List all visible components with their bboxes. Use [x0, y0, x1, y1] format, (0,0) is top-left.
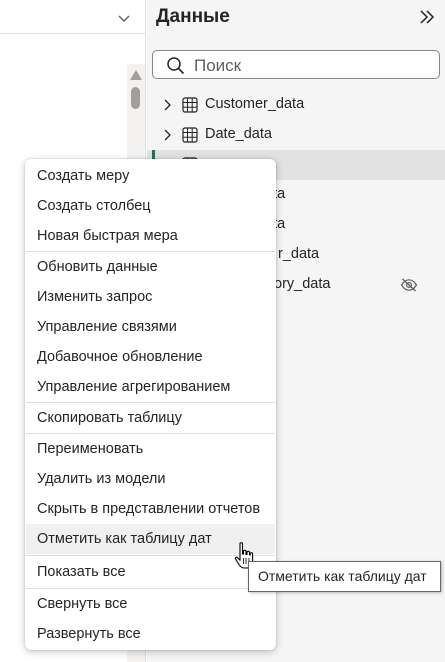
table-label: r_data: [278, 246, 320, 262]
table-icon: [182, 127, 198, 143]
table-label: Customer_data: [205, 96, 305, 112]
search-placeholder: Поиск: [194, 56, 242, 75]
menu-item-incremental-refresh[interactable]: Добавочное обновление: [26, 342, 275, 372]
tooltip: Отметить как таблицу дат: [248, 561, 441, 592]
scroll-up-icon[interactable]: [129, 69, 143, 81]
menu-item-new-quick-measure[interactable]: Новая быстрая мера: [26, 221, 275, 251]
menu-item-delete-from-model[interactable]: Удалить из модели: [26, 464, 275, 494]
table-label: Date_data: [205, 126, 272, 142]
hidden-eye-icon: [400, 278, 418, 292]
menu-item-hide-in-report-view[interactable]: Скрыть в представлении отчетов: [26, 494, 275, 524]
left-pane-header: [0, 0, 145, 34]
scrollbar-thumb[interactable]: [131, 87, 140, 109]
menu-item-rename[interactable]: Переименовать: [26, 434, 275, 464]
menu-item-manage-relationships[interactable]: Управление связями: [26, 312, 275, 342]
table-item-customer-data[interactable]: Customer_data: [147, 90, 445, 120]
context-menu: Создать меру Создать столбец Новая быстр…: [25, 159, 276, 650]
menu-item-create-measure[interactable]: Создать меру: [26, 161, 275, 191]
chevron-right-icon[interactable]: [163, 99, 173, 111]
expand-pane-icon[interactable]: [417, 8, 437, 26]
menu-item-manage-aggregations[interactable]: Управление агрегированием: [26, 372, 275, 402]
menu-item-collapse-all[interactable]: Свернуть все: [26, 589, 275, 619]
menu-item-refresh-data[interactable]: Обновить данные: [26, 252, 275, 282]
table-label: ory_data: [274, 276, 331, 292]
menu-item-edit-query[interactable]: Изменить запрос: [26, 282, 275, 312]
menu-item-copy-table[interactable]: Скопировать таблицу: [26, 403, 275, 433]
menu-item-create-column[interactable]: Создать столбец: [26, 191, 275, 221]
search-icon: [167, 57, 185, 75]
menu-item-expand-all[interactable]: Развернуть все: [26, 619, 275, 649]
chevron-down-icon[interactable]: [116, 10, 132, 26]
search-input[interactable]: Поиск: [152, 50, 440, 79]
chevron-right-icon[interactable]: [163, 129, 173, 141]
table-item-date-data[interactable]: Date_data: [147, 120, 445, 150]
pane-title: Данные: [156, 6, 230, 27]
table-icon: [182, 97, 198, 113]
